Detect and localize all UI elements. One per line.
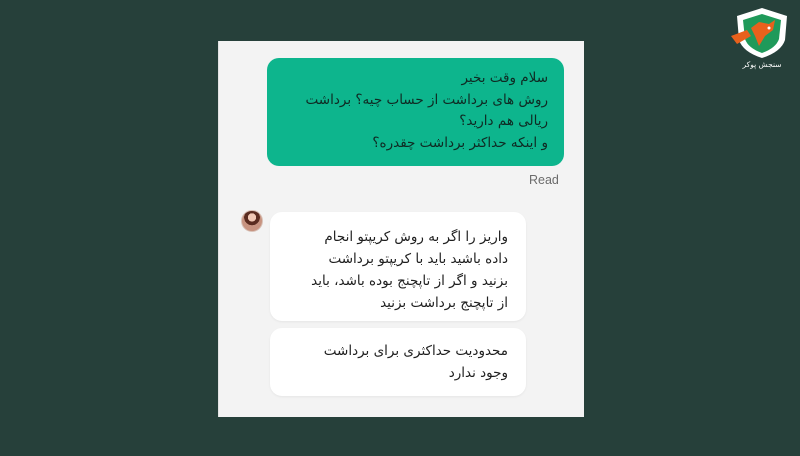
agent-avatar[interactable]: [241, 210, 263, 232]
message-line: وجود ندارد: [448, 365, 508, 381]
brand-logo: سنجش پوکر: [729, 6, 795, 74]
message-line: از تاپچنج برداشت بزنید: [380, 295, 508, 311]
shield-logo-icon: [731, 8, 787, 58]
read-receipt: Read: [529, 173, 559, 187]
incoming-message-bubble: محدودیت حداکثری برای برداشت وجود ندارد: [270, 328, 526, 396]
message-line: سلام وقت بخیر: [461, 70, 548, 86]
message-line: ریالی هم دارید؟: [459, 113, 548, 129]
message-line: بزنید و اگر از تاپچنج بوده باشد، باید: [311, 273, 508, 289]
chat-panel: سلام وقت بخیر روش های برداشت از حساب چیه…: [218, 41, 584, 417]
incoming-message-bubble: واریز را اگر به روش کریپتو انجام داده با…: [270, 212, 526, 321]
brand-name: سنجش پوکر: [742, 60, 782, 69]
message-line: داده باشید باید با کریپتو برداشت: [328, 251, 508, 267]
message-line: واریز را اگر به روش کریپتو انجام: [324, 229, 508, 245]
outgoing-message-bubble: سلام وقت بخیر روش های برداشت از حساب چیه…: [267, 58, 564, 166]
message-line: روش های برداشت از حساب چیه؟ برداشت: [305, 91, 548, 108]
message-line: و اینکه حداکثر برداشت چقدره؟: [372, 134, 548, 151]
message-line: محدودیت حداکثری برای برداشت: [323, 343, 508, 359]
